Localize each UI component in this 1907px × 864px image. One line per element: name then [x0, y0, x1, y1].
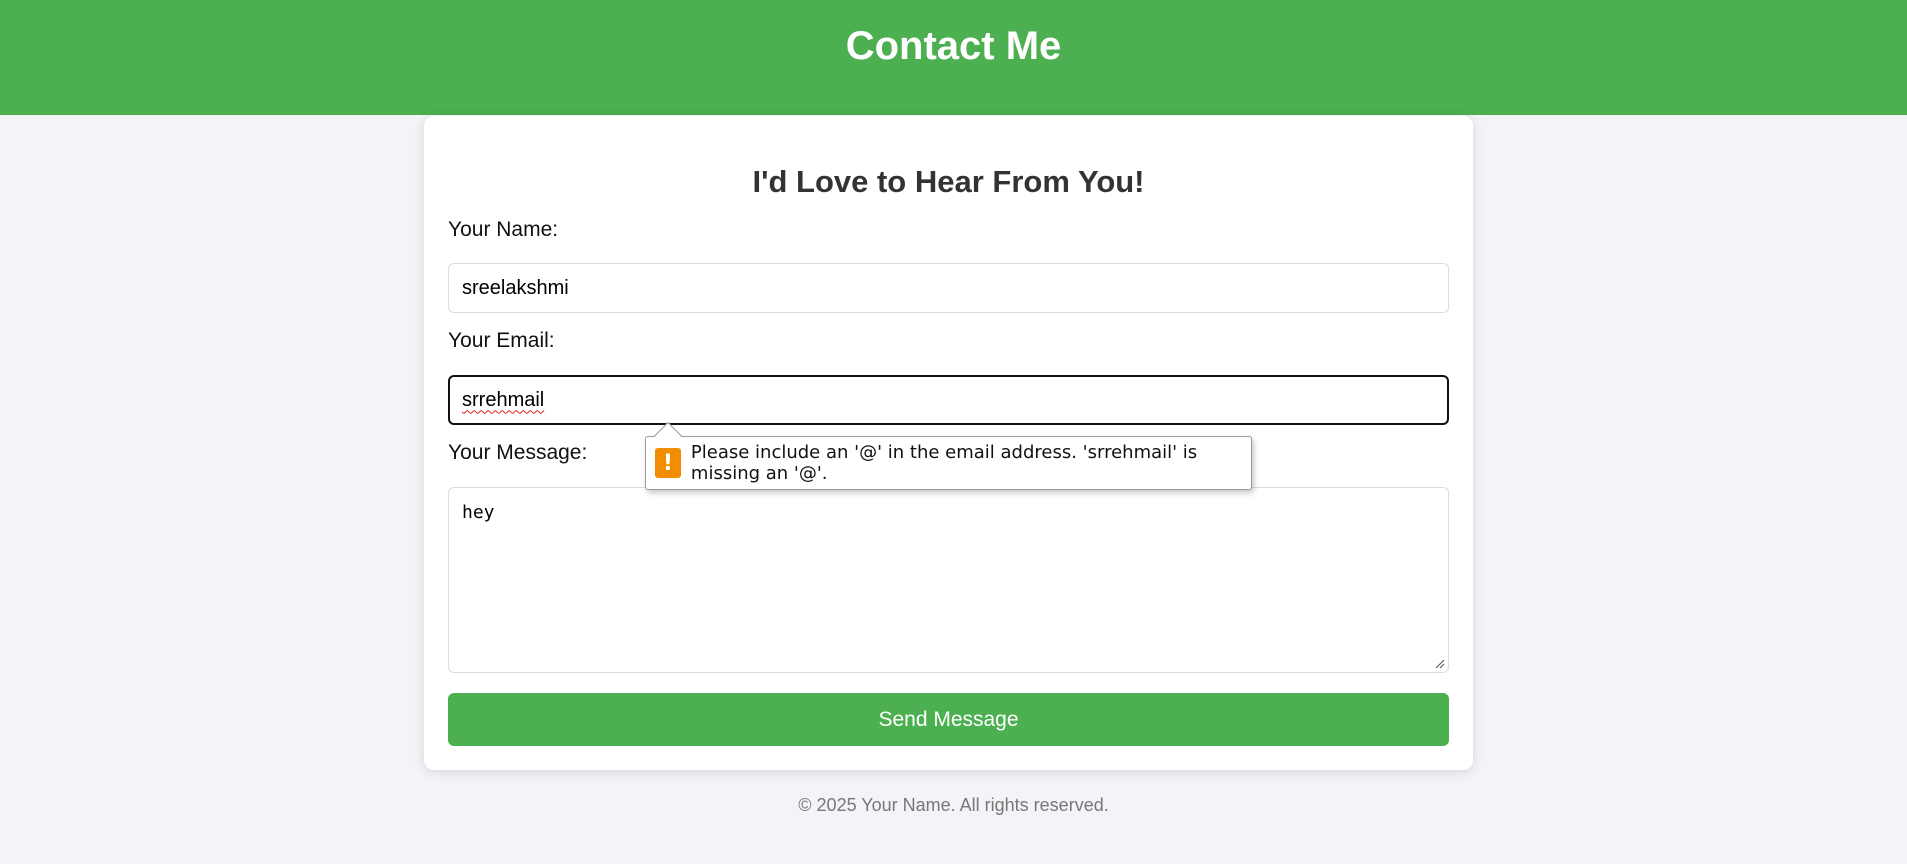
send-message-button[interactable]: Send Message: [448, 693, 1449, 746]
email-label: Your Email:: [448, 329, 555, 352]
resize-handle-icon[interactable]: [1435, 659, 1445, 669]
page-header: Contact Me: [0, 0, 1907, 115]
page-footer: © 2025 Your Name. All rights reserved.: [0, 795, 1907, 816]
footer-copyright: © 2025 Your Name. All rights reserved.: [798, 795, 1109, 815]
name-input[interactable]: sreelakshmi: [448, 263, 1449, 313]
validation-message: Please include an '@' in the email addre…: [690, 442, 1198, 484]
message-label: Your Message:: [448, 441, 588, 464]
email-input[interactable]: srrehmail: [448, 375, 1449, 425]
form-heading: I'd Love to Hear From You!: [752, 164, 1145, 199]
warning-icon: !: [655, 448, 681, 478]
name-input-value: sreelakshmi: [462, 276, 569, 299]
email-validation-tooltip: ! Please include an '@' in the email add…: [645, 421, 1252, 490]
name-label: Your Name:: [448, 218, 559, 241]
email-input-value: srrehmail: [462, 388, 545, 411]
page-title: Contact Me: [845, 24, 1062, 68]
message-textarea[interactable]: hey: [448, 487, 1449, 673]
message-textarea-value: hey: [462, 502, 495, 523]
